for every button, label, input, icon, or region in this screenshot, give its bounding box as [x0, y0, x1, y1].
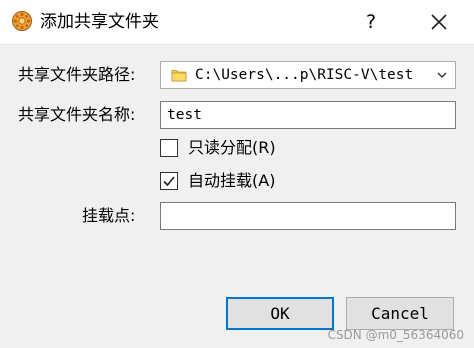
close-icon[interactable]	[426, 8, 452, 36]
mount-point-label: 挂载点:	[82, 206, 136, 225]
chevron-down-icon	[437, 72, 447, 78]
help-button[interactable]: ?	[358, 8, 384, 36]
folder-path-label: 共享文件夹路径:	[18, 65, 136, 84]
title-bar: 添加共享文件夹 ?	[0, 0, 474, 45]
folder-path-value: C:\Users\...p\RISC-V\test	[195, 67, 414, 83]
dialog-title: 添加共享文件夹	[40, 12, 159, 32]
folder-icon	[171, 70, 187, 82]
watermark: CSDN @m0_56364060	[327, 328, 464, 342]
folder-name-input[interactable]: test	[160, 101, 456, 129]
auto-mount-label: 自动挂载(A)	[188, 171, 276, 190]
check-icon	[163, 176, 175, 187]
folder-name-label: 共享文件夹名称:	[18, 105, 136, 124]
read-only-checkbox[interactable]	[160, 139, 178, 157]
virtualbox-app-icon	[12, 11, 32, 31]
cancel-button[interactable]: Cancel	[346, 297, 454, 330]
read-only-label: 只读分配(R)	[188, 138, 276, 157]
ok-button[interactable]: OK	[226, 297, 334, 330]
mount-point-input[interactable]	[160, 202, 456, 230]
folder-path-select[interactable]: C:\Users\...p\RISC-V\test	[160, 61, 456, 89]
auto-mount-checkbox[interactable]	[160, 172, 178, 190]
